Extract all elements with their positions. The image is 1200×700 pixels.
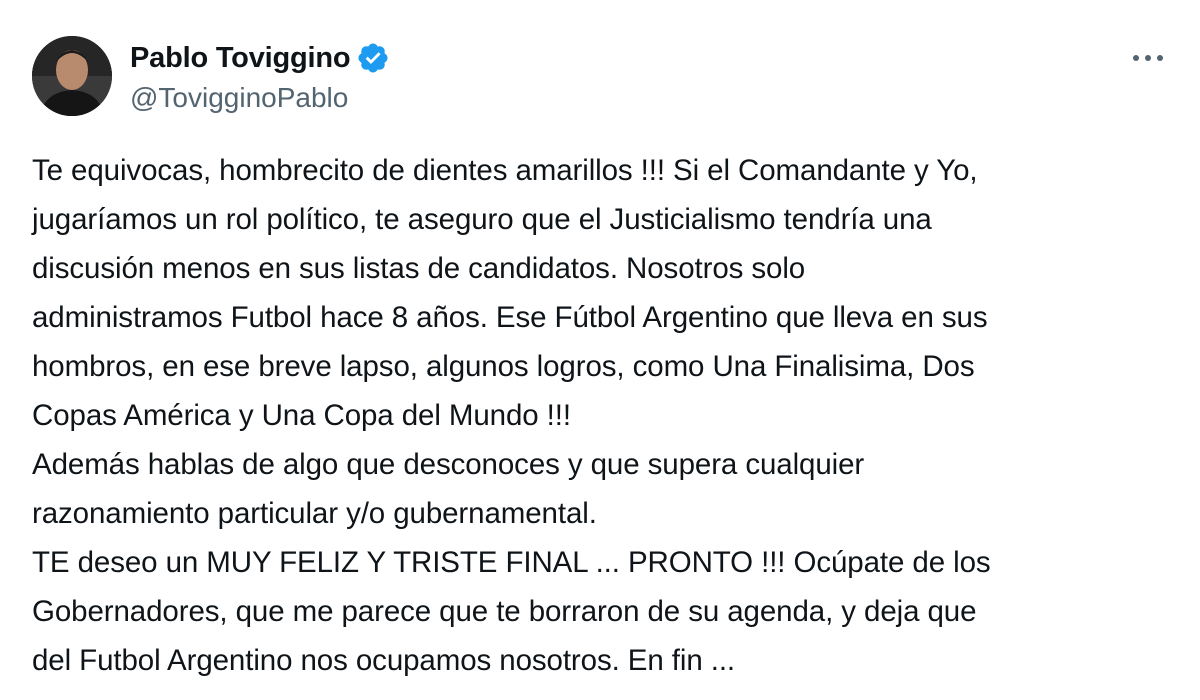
display-name[interactable]: Pablo Toviggino: [130, 42, 351, 75]
more-horizontal-icon: [1133, 55, 1163, 61]
tweet-text: Te equivocas, hombrecito de dientes amar…: [32, 154, 991, 677]
avatar-image: [32, 36, 112, 116]
author-block: Pablo Toviggino @TovigginoPablo: [130, 38, 390, 114]
name-row: Pablo Toviggino: [130, 38, 390, 78]
verified-badge-icon: [356, 41, 390, 75]
more-options-button[interactable]: [1126, 40, 1170, 76]
user-handle[interactable]: @TovigginoPablo: [130, 82, 390, 114]
avatar[interactable]: [32, 36, 112, 116]
tweet-card: Pablo Toviggino @TovigginoPablo Te equiv…: [0, 0, 1200, 700]
